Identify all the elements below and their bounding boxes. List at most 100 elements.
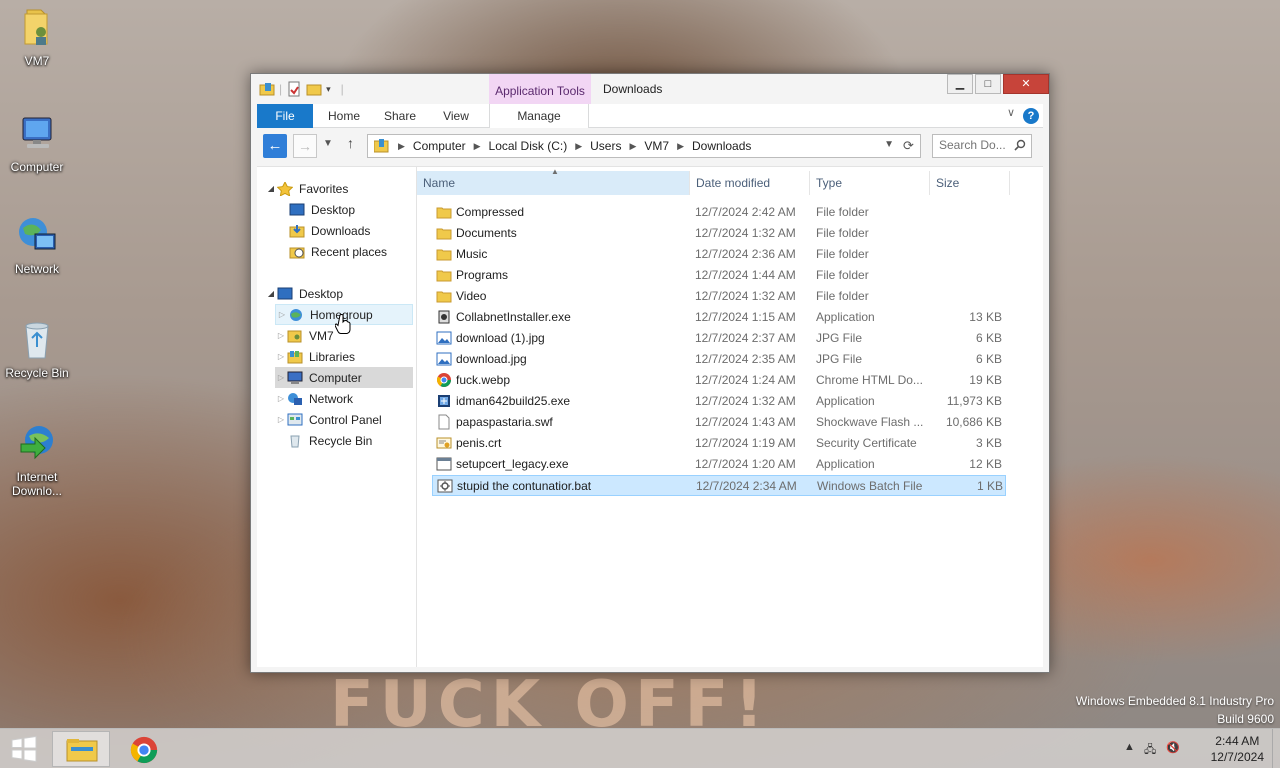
new-folder-icon[interactable] — [306, 81, 322, 97]
nav-network[interactable]: ▷ Network — [275, 388, 413, 409]
file-type: Security Certificate — [816, 436, 917, 450]
tab-share[interactable]: Share — [375, 104, 425, 128]
os-build-text: Build 9600 — [1217, 712, 1274, 726]
nav-favorite-recent-places[interactable]: Recent places — [277, 241, 413, 262]
nav-favorites[interactable]: ◢ Favorites — [265, 178, 413, 199]
network-status-icon[interactable]: 🖧 — [1144, 741, 1156, 760]
nav-desktop-root[interactable]: ◢ Desktop — [265, 283, 413, 304]
column-header-type[interactable]: Type — [810, 171, 930, 195]
maximize-button[interactable]: □ — [975, 74, 1001, 94]
search-box[interactable] — [932, 134, 1032, 158]
breadcrumb-users[interactable]: Users — [590, 139, 621, 153]
desktop-icon-label: Network — [14, 262, 59, 276]
clock-date: 12/7/2024 — [1210, 750, 1264, 764]
refresh-button[interactable]: ⟳ — [897, 134, 921, 158]
breadcrumb-separator-icon[interactable]: ▶ — [677, 141, 684, 152]
file-row[interactable]: fuck.webp 12/7/2024 1:24 AM Chrome HTML … — [432, 370, 1006, 391]
desktop-icon-vm7[interactable]: VM7 — [2, 6, 72, 68]
customize-qat-icon[interactable]: ▾ — [326, 84, 331, 95]
nav-favorite-downloads[interactable]: Downloads — [277, 220, 413, 241]
desktop-icon-network[interactable]: Network — [2, 214, 72, 276]
folder-icon — [436, 291, 452, 303]
file-row-selected[interactable]: stupid the contunatior.bat 12/7/2024 2:3… — [432, 475, 1006, 496]
file-name: stupid the contunatior.bat — [457, 479, 592, 493]
expand-icon[interactable]: ▷ — [275, 352, 287, 361]
breadcrumb-separator-icon[interactable]: ▶ — [629, 141, 636, 152]
file-type: File folder — [816, 268, 869, 282]
breadcrumb-computer[interactable]: Computer — [413, 139, 466, 153]
file-row[interactable]: Video 12/7/2024 1:32 AM File folder — [432, 286, 1006, 307]
homegroup-icon — [290, 308, 302, 321]
breadcrumb-separator-icon[interactable]: ▶ — [398, 141, 405, 152]
breadcrumb-vm7[interactable]: VM7 — [644, 139, 669, 153]
desktop-icon-computer[interactable]: Computer — [2, 112, 72, 174]
file-row[interactable]: penis.crt 12/7/2024 1:19 AM Security Cer… — [432, 433, 1006, 454]
close-button[interactable]: ✕ — [1003, 74, 1049, 94]
file-row[interactable]: download (1).jpg 12/7/2024 2:37 AM JPG F… — [432, 328, 1006, 349]
show-desktop-button[interactable] — [1272, 729, 1280, 768]
tab-manage[interactable]: Manage — [489, 104, 589, 128]
expand-icon[interactable]: ▷ — [275, 331, 287, 340]
clock[interactable]: 2:44 AM 12/7/2024 — [1211, 733, 1264, 765]
sort-ascending-icon: ▲ — [551, 167, 559, 176]
expand-icon[interactable]: ▷ — [275, 373, 287, 382]
tab-view[interactable]: View — [431, 104, 481, 128]
file-type: Shockwave Flash ... — [816, 415, 924, 429]
collapse-icon[interactable]: ◢ — [265, 289, 277, 298]
address-dropdown-icon[interactable]: ▼ — [884, 139, 894, 150]
file-row[interactable]: CollabnetInstaller.exe 12/7/2024 1:15 AM… — [432, 307, 1006, 328]
breadcrumb-separator-icon[interactable]: ▶ — [575, 141, 582, 152]
collapse-icon[interactable]: ◢ — [265, 184, 277, 193]
tab-file[interactable]: File — [257, 104, 313, 128]
file-name: download.jpg — [456, 352, 527, 366]
column-header-size[interactable]: Size — [930, 171, 1010, 195]
expand-icon[interactable]: ▷ — [276, 310, 288, 319]
file-row[interactable]: Music 12/7/2024 2:36 AM File folder — [432, 244, 1006, 265]
expand-ribbon-icon[interactable]: ∨ — [1007, 106, 1015, 119]
file-row[interactable]: idman642build25.exe 12/7/2024 1:32 AM Ap… — [432, 391, 1006, 412]
desktop-icon-internet-download-manager[interactable]: Internet Downlo... — [2, 422, 72, 498]
up-button[interactable]: ↑ — [347, 135, 354, 151]
search-input[interactable] — [939, 138, 1009, 152]
column-header-date-modified[interactable]: Date modified — [690, 171, 810, 195]
help-icon[interactable]: ? — [1023, 108, 1039, 124]
taskbar-file-explorer[interactable] — [52, 731, 110, 767]
start-button[interactable] — [8, 735, 40, 763]
nav-recycle-bin[interactable]: Recycle Bin — [275, 430, 413, 451]
nav-favorite-desktop[interactable]: Desktop — [277, 199, 413, 220]
tab-home[interactable]: Home — [319, 104, 369, 128]
file-row[interactable]: Compressed 12/7/2024 2:42 AM File folder — [432, 202, 1006, 223]
properties-icon[interactable] — [286, 81, 302, 97]
breadcrumb-separator-icon[interactable]: ▶ — [474, 141, 481, 152]
window-controls: ▁ □ ✕ — [945, 74, 1049, 94]
breadcrumb-local-disk[interactable]: Local Disk (C:) — [489, 139, 568, 153]
title-bar[interactable]: | ▾ | Application Tools Downloads ▁ □ ✕ — [251, 74, 1049, 104]
search-icon[interactable] — [1014, 139, 1026, 151]
file-row[interactable]: download.jpg 12/7/2024 2:35 AM JPG File … — [432, 349, 1006, 370]
file-row[interactable]: papaspastaria.swf 12/7/2024 1:43 AM Shoc… — [432, 412, 1006, 433]
file-row[interactable]: Programs 12/7/2024 1:44 AM File folder — [432, 265, 1006, 286]
nav-computer[interactable]: ▷ Computer — [275, 367, 413, 388]
desktop-icon-recycle-bin[interactable]: Recycle Bin — [2, 318, 72, 380]
show-hidden-icons-icon[interactable]: ▲ — [1124, 741, 1135, 753]
expand-icon[interactable]: ▷ — [275, 415, 287, 424]
application-icon — [436, 457, 452, 471]
recent-locations-icon[interactable]: ▼ — [323, 138, 333, 149]
file-row[interactable]: Documents 12/7/2024 1:32 AM File folder — [432, 223, 1006, 244]
minimize-button[interactable]: ▁ — [947, 74, 973, 94]
file-date: 12/7/2024 1:20 AM — [695, 457, 796, 471]
forward-button[interactable]: → — [293, 134, 317, 158]
recycle-bin-icon — [290, 435, 300, 447]
volume-muted-icon[interactable]: 🔇 — [1166, 741, 1180, 754]
back-button[interactable]: ← — [263, 134, 287, 158]
breadcrumb-downloads[interactable]: Downloads — [692, 139, 751, 153]
column-header-name[interactable]: ▲ Name — [417, 167, 690, 195]
address-bar[interactable]: ▶ Computer ▶ Local Disk (C:) ▶ Users ▶ V… — [367, 134, 899, 158]
nav-control-panel[interactable]: ▷ Control Panel — [275, 409, 413, 430]
file-row[interactable]: setupcert_legacy.exe 12/7/2024 1:20 AM A… — [432, 454, 1006, 475]
nav-libraries[interactable]: ▷ Libraries — [275, 346, 413, 367]
taskbar-chrome[interactable] — [114, 731, 172, 767]
nav-label: Network — [309, 391, 354, 406]
expand-icon[interactable]: ▷ — [275, 394, 287, 403]
batch-file-icon — [437, 479, 453, 493]
